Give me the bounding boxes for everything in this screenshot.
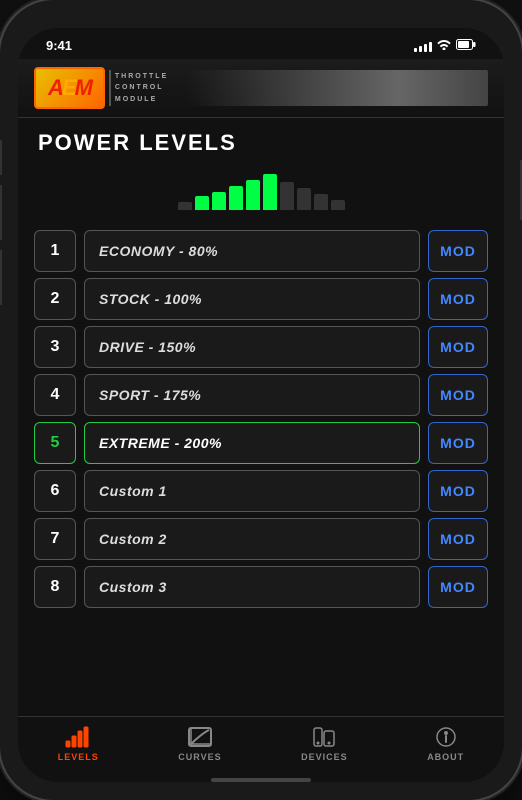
silent-button bbox=[0, 140, 2, 175]
nav-item-devices[interactable]: DEVICES bbox=[301, 725, 348, 762]
page-title: POWER LEVELS bbox=[38, 130, 484, 156]
meter-bar-8 bbox=[297, 188, 311, 210]
wifi-icon bbox=[437, 39, 451, 53]
status-bar: 9:41 bbox=[18, 28, 504, 59]
bottom-nav: LEVELS CURVES bbox=[18, 716, 504, 774]
volume-up-button bbox=[0, 185, 2, 240]
home-indicator bbox=[211, 778, 311, 782]
nav-label-levels: LEVELS bbox=[58, 752, 99, 762]
meter-bar-3 bbox=[212, 192, 226, 210]
level-row-8: 8 Custom 3 MOD bbox=[34, 566, 488, 608]
logo-divider bbox=[109, 70, 111, 106]
level-mod-6[interactable]: MOD bbox=[428, 470, 488, 512]
level-mod-4[interactable]: MOD bbox=[428, 374, 488, 416]
levels-icon bbox=[64, 725, 92, 749]
meter-bar-1 bbox=[178, 202, 192, 210]
battery-icon bbox=[456, 39, 476, 53]
level-row-7: 7 Custom 2 MOD bbox=[34, 518, 488, 560]
level-mod-2[interactable]: MOD bbox=[428, 278, 488, 320]
level-name-4[interactable]: SPORT - 175% bbox=[84, 374, 420, 416]
devices-icon bbox=[310, 725, 338, 749]
logo-badge: AEM bbox=[34, 67, 105, 109]
level-name-2[interactable]: STOCK - 100% bbox=[84, 278, 420, 320]
meter-bar-6 bbox=[263, 174, 277, 210]
phone-screen: 9:41 bbox=[18, 28, 504, 782]
level-name-1[interactable]: ECONOMY - 80% bbox=[84, 230, 420, 272]
level-mod-3[interactable]: MOD bbox=[428, 326, 488, 368]
level-mod-5[interactable]: MOD bbox=[428, 422, 488, 464]
level-name-6[interactable]: Custom 1 bbox=[84, 470, 420, 512]
level-name-3[interactable]: DRIVE - 150% bbox=[84, 326, 420, 368]
page-title-bar: POWER LEVELS bbox=[18, 118, 504, 164]
level-row-1: 1 ECONOMY - 80% MOD bbox=[34, 230, 488, 272]
status-icons bbox=[414, 39, 476, 53]
signal-icon bbox=[414, 40, 432, 52]
meter-bars bbox=[178, 174, 345, 210]
phone-frame: 9:41 bbox=[0, 0, 522, 800]
meter-bar-7 bbox=[280, 182, 294, 210]
level-row-6: 6 Custom 1 MOD bbox=[34, 470, 488, 512]
level-mod-1[interactable]: MOD bbox=[428, 230, 488, 272]
meter-bar-2 bbox=[195, 196, 209, 210]
aem-logo: AEM THROTTLE CONTROL MODULE bbox=[34, 67, 168, 109]
level-row-4: 4 SPORT - 175% MOD bbox=[34, 374, 488, 416]
nav-item-levels[interactable]: LEVELS bbox=[58, 725, 99, 762]
nav-label-devices: DEVICES bbox=[301, 752, 348, 762]
levels-list: 1 ECONOMY - 80% MOD 2 STOCK - 100% MOD 3… bbox=[18, 224, 504, 716]
level-num-6[interactable]: 6 bbox=[34, 470, 76, 512]
header-gradient bbox=[188, 70, 488, 106]
logo-subtitle: THROTTLE CONTROL MODULE bbox=[115, 71, 168, 105]
level-num-1[interactable]: 1 bbox=[34, 230, 76, 272]
level-row-5: 5 EXTREME - 200% MOD bbox=[34, 422, 488, 464]
level-row-3: 3 DRIVE - 150% MOD bbox=[34, 326, 488, 368]
level-num-8[interactable]: 8 bbox=[34, 566, 76, 608]
level-mod-7[interactable]: MOD bbox=[428, 518, 488, 560]
volume-down-button bbox=[0, 250, 2, 305]
app-header: AEM THROTTLE CONTROL MODULE bbox=[18, 59, 504, 118]
level-name-7[interactable]: Custom 2 bbox=[84, 518, 420, 560]
power-meter bbox=[18, 164, 504, 224]
level-num-7[interactable]: 7 bbox=[34, 518, 76, 560]
level-num-2[interactable]: 2 bbox=[34, 278, 76, 320]
meter-bar-5 bbox=[246, 180, 260, 210]
meter-bar-4 bbox=[229, 186, 243, 210]
curves-icon bbox=[186, 725, 214, 749]
status-time: 9:41 bbox=[46, 38, 72, 53]
level-mod-8[interactable]: MOD bbox=[428, 566, 488, 608]
nav-label-curves: CURVES bbox=[178, 752, 221, 762]
nav-label-about: ABOUT bbox=[427, 752, 464, 762]
level-num-4[interactable]: 4 bbox=[34, 374, 76, 416]
nav-item-about[interactable]: ABOUT bbox=[427, 725, 464, 762]
level-num-3[interactable]: 3 bbox=[34, 326, 76, 368]
nav-item-curves[interactable]: CURVES bbox=[178, 725, 221, 762]
level-row-2: 2 STOCK - 100% MOD bbox=[34, 278, 488, 320]
level-name-8[interactable]: Custom 3 bbox=[84, 566, 420, 608]
level-num-5[interactable]: 5 bbox=[34, 422, 76, 464]
meter-bar-9 bbox=[314, 194, 328, 210]
meter-bar-10 bbox=[331, 200, 345, 210]
about-icon bbox=[432, 725, 460, 749]
level-name-5[interactable]: EXTREME - 200% bbox=[84, 422, 420, 464]
